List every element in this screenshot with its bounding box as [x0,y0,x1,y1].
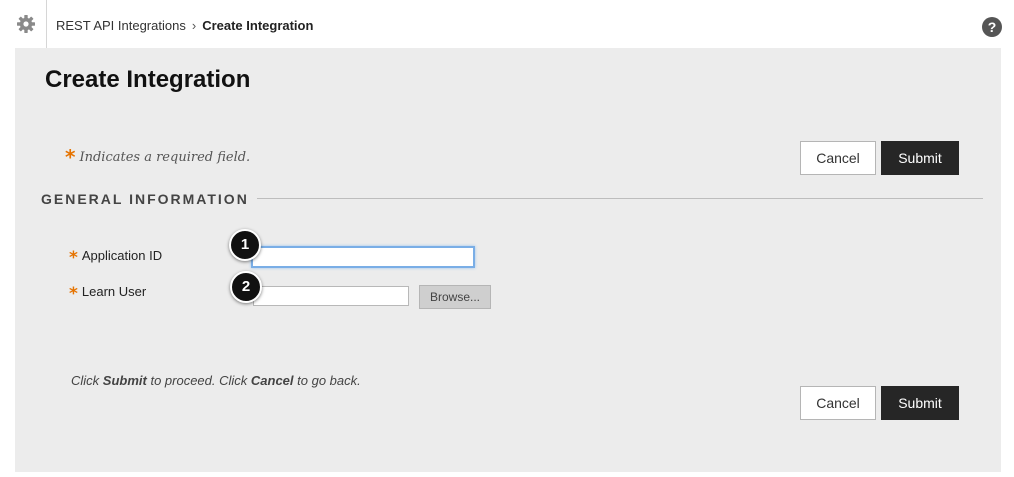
learn-user-label: * Learn User [69,284,147,304]
learn-user-input[interactable] [253,286,409,306]
breadcrumb-separator: › [191,18,197,33]
required-note-text: Indicates a required field. [79,150,251,165]
application-id-input[interactable] [251,246,475,268]
cancel-button-top[interactable]: Cancel [800,141,876,175]
breadcrumb: REST API Integrations › Create Integration [56,18,313,33]
submit-button-bottom[interactable]: Submit [881,386,959,420]
cancel-button-bottom[interactable]: Cancel [800,386,876,420]
content-panel: Create Integration * Indicates a required… [15,48,1001,472]
page-title: Create Integration [45,66,251,93]
top-bar: REST API Integrations › Create Integration… [0,0,1014,48]
submit-button-top[interactable]: Submit [881,141,959,175]
required-field-note: * Indicates a required field. [65,145,250,169]
gear-icon[interactable] [16,14,36,34]
step-callout-1: 1 [229,229,261,261]
required-star-icon: * [69,284,78,304]
section-divider [257,198,983,199]
section-title: GENERAL INFORMATION [41,191,249,207]
breadcrumb-current: Create Integration [202,18,314,33]
breadcrumb-parent-link[interactable]: REST API Integrations [56,18,186,33]
required-star-icon: * [69,248,78,268]
top-divider [46,0,47,48]
required-star-icon: * [65,145,76,169]
step-callout-2: 2 [230,271,262,303]
footer-instructions: Click Submit to proceed. Click Cancel to… [71,373,361,388]
browse-button[interactable]: Browse... [419,285,491,309]
application-id-label: * Application ID [69,248,163,268]
help-icon[interactable]: ? [982,17,1002,37]
